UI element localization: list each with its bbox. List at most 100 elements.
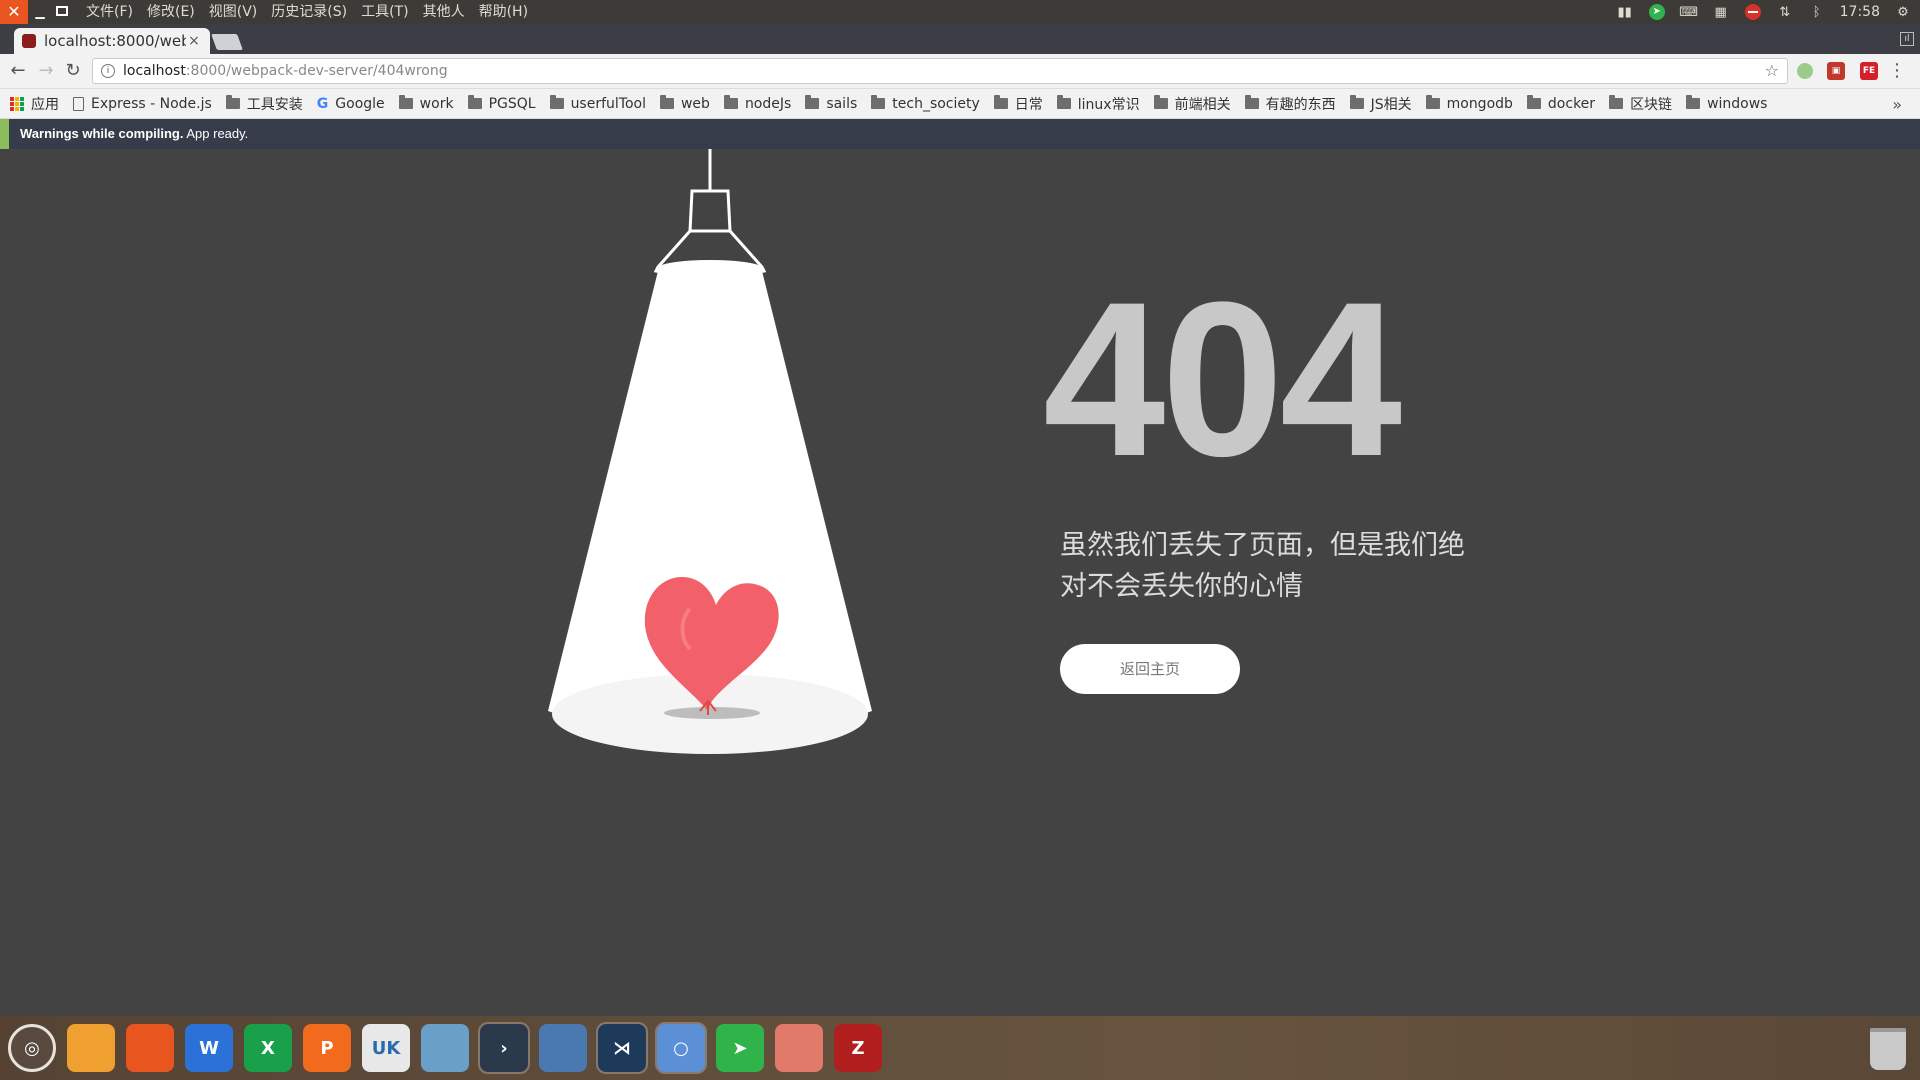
tab-close-button[interactable]: × (186, 33, 202, 49)
bookmark-label: nodeJs (744, 95, 792, 112)
address-bar[interactable]: i localhost:8000/webpack-dev-server/404w… (92, 58, 1788, 84)
extension-green-icon[interactable] (1797, 63, 1813, 79)
bookmark-folder[interactable]: 有趣的东西 (1244, 94, 1336, 114)
forward-button[interactable]: → (36, 61, 56, 81)
bookmark-folder[interactable]: userfulTool (549, 95, 646, 112)
menu-edit[interactable]: 修改(E) (147, 0, 195, 24)
window-close-button[interactable]: ✕ (0, 0, 28, 24)
bookmark-folder[interactable]: 工具安装 (225, 94, 303, 114)
no-entry-icon[interactable] (1744, 4, 1762, 20)
bookmark-item[interactable]: G Google (317, 96, 385, 112)
lamp-cap (688, 189, 732, 233)
telegram-tray-icon[interactable]: ➤ (1648, 4, 1666, 20)
wps-presentation-icon[interactable]: P (303, 1024, 351, 1072)
menu-history[interactable]: 历史记录(S) (271, 0, 347, 24)
bookmark-folder[interactable]: work (398, 95, 454, 112)
bookmarks-overflow-button[interactable]: » (1892, 95, 1902, 114)
warning-title: Warnings while compiling. (20, 126, 184, 141)
profile-icon[interactable]: ıl (1900, 32, 1914, 46)
bookmark-folder[interactable]: tech_society (871, 95, 980, 112)
back-home-button[interactable]: 返回主页 (1060, 644, 1240, 694)
bookmark-label: tech_society (892, 95, 980, 112)
bookmark-star-icon[interactable]: ☆ (1765, 61, 1779, 80)
chromium-icon[interactable]: ○ (655, 1022, 707, 1074)
pinpoint-icon[interactable] (775, 1024, 823, 1072)
terminal-icon[interactable]: › (478, 1022, 530, 1074)
bookmark-folder[interactable]: JS相关 (1349, 94, 1412, 114)
bookmark-label: linux常识 (1077, 96, 1140, 113)
tab-favicon-icon (22, 34, 36, 48)
bookmark-folder[interactable]: 区块链 (1609, 94, 1672, 114)
window-minimize-button[interactable]: ▁ (32, 4, 48, 20)
system-tray: ▮▮ ➤ ⌨ ▦ ⇅ ᛒ 17:58 ⚙ (1616, 0, 1912, 24)
folder-icon (1609, 95, 1624, 109)
bookmarks-bar: 应用 Express - Node.js 工具安装 G Google work P… (0, 89, 1920, 119)
menu-view[interactable]: 视图(V) (209, 0, 258, 24)
bookmark-folder[interactable]: linux常识 (1056, 94, 1140, 114)
remmina-icon[interactable] (421, 1024, 469, 1072)
folder-icon (871, 95, 886, 109)
reload-button[interactable]: ↻ (63, 61, 83, 81)
telegram-icon[interactable]: ➤ (716, 1024, 764, 1072)
calendar-icon[interactable]: ▦ (1712, 4, 1730, 20)
window-maximize-button[interactable] (56, 6, 68, 16)
menu-tools[interactable]: 工具(T) (361, 0, 408, 24)
ubuntu-dash-icon[interactable]: ◎ (8, 1024, 56, 1072)
menu-people[interactable]: 其他人 (423, 0, 465, 24)
bookmark-folder[interactable]: web (659, 95, 710, 112)
heart-shadow (664, 707, 760, 719)
bookmark-label: 有趣的东西 (1265, 96, 1336, 113)
folder-icon (1349, 95, 1364, 109)
vscode-icon[interactable]: ⋊ (596, 1022, 648, 1074)
keyboard-icon[interactable]: ⌨ (1679, 4, 1698, 20)
browser-menu-icon[interactable]: ⋮ (1888, 60, 1906, 81)
page-content: 404 虽然我们丢失了页面，但是我们绝对不会丢失你的心情 返回主页 (0, 149, 1920, 1016)
back-button[interactable]: ← (8, 61, 28, 81)
menu-file[interactable]: 文件(F) (86, 0, 133, 24)
folder-icon (1244, 95, 1259, 109)
folder-icon (1526, 95, 1541, 109)
bookmark-folder[interactable]: mongodb (1425, 95, 1513, 112)
tray-network-icon[interactable]: ▮▮ (1616, 4, 1634, 20)
tab-active[interactable]: localhost:8000/webpack-dev-server/404wro… (14, 28, 210, 54)
transfer-icon[interactable]: ⇅ (1776, 4, 1794, 20)
menu-help[interactable]: 帮助(H) (479, 0, 528, 24)
folder-icon (659, 95, 674, 109)
workspace-switcher-icon[interactable] (539, 1024, 587, 1072)
wps-writer-icon[interactable]: W (185, 1024, 233, 1072)
bookmark-item[interactable]: Express - Node.js (73, 96, 212, 112)
new-tab-button[interactable] (211, 34, 243, 50)
warning-detail: App ready. (183, 126, 249, 141)
bluetooth-icon[interactable]: ᛒ (1808, 4, 1826, 20)
software-center-icon[interactable]: UK (362, 1024, 410, 1072)
bookmark-folder[interactable]: docker (1526, 95, 1596, 112)
tab-title: localhost:8000/webpack-dev-server/404wro… (44, 32, 186, 50)
apps-grid-icon (10, 96, 24, 111)
bookmark-label: docker (1547, 95, 1596, 112)
folder-icon (225, 95, 240, 109)
folder-icon (467, 95, 482, 109)
trash-icon[interactable] (1870, 1028, 1906, 1070)
bookmark-label: mongodb (1446, 95, 1513, 112)
bookmark-label: Express - Node.js (91, 95, 212, 112)
bookmark-folder[interactable]: 前端相关 (1153, 94, 1231, 114)
bookmark-folder[interactable]: windows (1686, 95, 1767, 112)
clock[interactable]: 17:58 (1840, 4, 1880, 20)
extension-fe-icon[interactable]: FE (1860, 62, 1878, 80)
dock: ◎ W X P UK › ⋊ ○ ➤ Z (0, 1016, 1920, 1080)
bookmark-folder[interactable]: PGSQL (467, 95, 536, 112)
folder-icon (398, 95, 413, 109)
files-icon[interactable] (67, 1024, 115, 1072)
bookmark-apps[interactable]: 应用 (10, 94, 59, 114)
bookmark-label: Google (335, 95, 385, 112)
bookmark-folder[interactable]: sails (805, 95, 857, 112)
site-info-icon[interactable]: i (101, 64, 115, 78)
settings-icon[interactable]: ⚙ (1894, 4, 1912, 20)
reader-icon[interactable]: Z (834, 1024, 882, 1072)
firefox-icon[interactable] (126, 1024, 174, 1072)
bookmark-folder[interactable]: nodeJs (723, 95, 792, 112)
bookmark-folder[interactable]: 日常 (993, 94, 1043, 114)
wps-spreadsheet-icon[interactable]: X (244, 1024, 292, 1072)
extension-rss-icon[interactable]: ▣ (1827, 62, 1845, 80)
bookmark-label: 区块链 (1630, 96, 1673, 113)
